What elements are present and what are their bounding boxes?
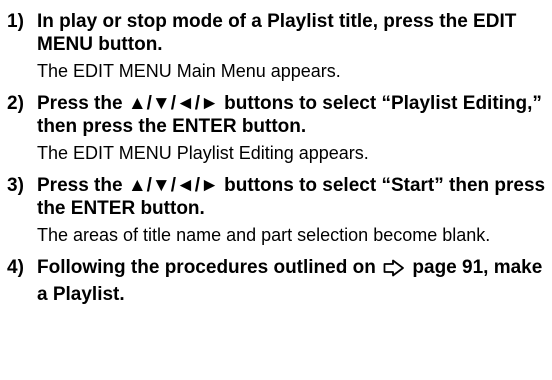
step-title: Press the ▲/▼/◄/► buttons to select “Sta… — [37, 175, 546, 219]
step-number: 1) — [7, 11, 24, 32]
step-description: The areas of title name and part selecti… — [37, 225, 491, 245]
step-2: 2) Press the ▲/▼/◄/► buttons to select “… — [7, 92, 549, 164]
page-reference-arrow-icon — [383, 259, 405, 283]
step-number: 2) — [7, 93, 24, 114]
step-number: 3) — [7, 175, 24, 196]
step-number: 4) — [7, 257, 24, 278]
step-title: Press the ▲/▼/◄/► buttons to select “Pla… — [37, 93, 542, 137]
step-title: In play or stop mode of a Playlist title… — [37, 11, 517, 55]
step-1: 1) In play or stop mode of a Playlist ti… — [7, 10, 549, 82]
step-3: 3) Press the ▲/▼/◄/► buttons to select “… — [7, 174, 549, 246]
instruction-steps: 1) In play or stop mode of a Playlist ti… — [7, 10, 549, 316]
step-title: Following the procedures outlined on pag… — [37, 256, 549, 306]
step-description: The EDIT MENU Playlist Editing appears. — [37, 143, 369, 163]
step-description: The EDIT MENU Main Menu appears. — [37, 61, 341, 81]
step-4: 4) Following the procedures outlined on … — [7, 256, 549, 306]
step-title-text: Following the procedures outlined on — [37, 257, 376, 278]
